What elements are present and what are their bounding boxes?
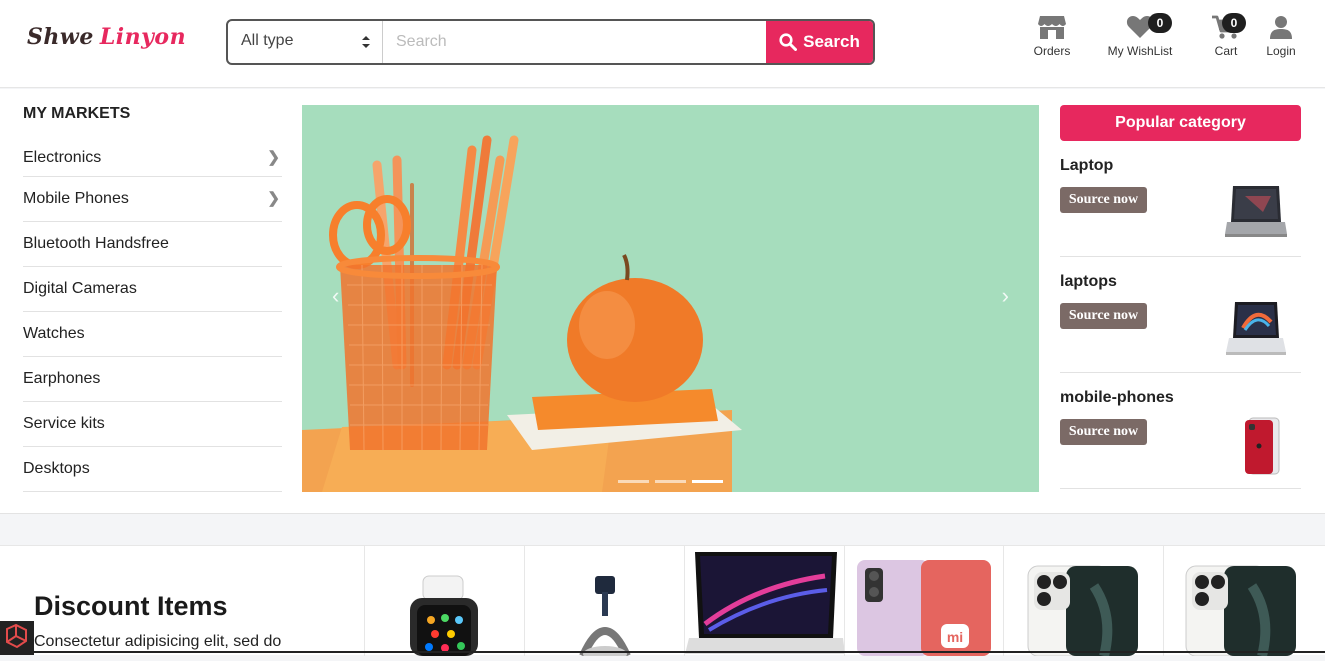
type-select-value: All type [241,32,294,49]
markets-title: MY MARKETS [23,105,131,122]
source-now-button[interactable]: Source now [1060,187,1147,213]
market-item-label: Electronics [23,148,102,166]
discount-title: Discount Items [34,591,228,621]
phone-icon [1245,417,1280,475]
debugbar-icon[interactable] [0,621,34,655]
hero-section: MY MARKETS Electronics ❯ Mobile Phones ❯ B… [0,89,1325,514]
laptop-icon [1226,302,1286,355]
chevron-right-icon: ❯ [267,148,280,166]
brand-logo[interactable]: Shwe Linyon [27,24,186,50]
wishlist-label: My WishList [1107,44,1173,58]
discount-product[interactable] [1003,546,1163,658]
market-item-desktops[interactable]: Desktops [23,447,282,492]
carousel-slide-image [302,105,1039,492]
market-item-watches[interactable]: Watches [23,312,282,357]
popular-item: mobile-phones Source now [1060,373,1301,489]
market-item-label: Desktops [23,460,90,477]
hero-carousel[interactable]: ‹ › [302,105,1039,492]
popular-item: Laptop Source now [1060,141,1301,257]
discount-section: Discount Items Consectetur adipisicing e… [0,545,1325,661]
orders-label: Orders [1033,44,1071,58]
orders-link[interactable]: Orders [1031,14,1073,58]
login-link[interactable]: Login [1264,14,1298,58]
phone-icon [1185,565,1296,658]
discount-product[interactable]: mi [844,546,1004,656]
markets-menu: MY MARKETS Electronics ❯ Mobile Phones ❯ B… [23,89,282,492]
smartwatch-icon [410,575,478,656]
login-label: Login [1266,44,1296,58]
popular-category-title[interactable]: Popular category [1060,105,1301,141]
laptop-icon [685,552,845,654]
carousel-indicators [618,480,723,483]
market-item-service-kits[interactable]: Service kits [23,402,282,447]
select-arrows-icon [362,36,370,48]
cart-link[interactable]: Cart 0 [1208,13,1246,58]
carousel-indicator-3[interactable] [692,480,723,483]
type-select[interactable]: All type [228,21,383,63]
popular-item-name[interactable]: laptops [1060,273,1117,291]
source-now-button[interactable]: Source now [1060,303,1147,329]
svg-text:mi: mi [947,629,963,645]
search-input[interactable] [384,21,768,63]
laravel-logo-icon [6,623,27,649]
store-icon [1038,16,1066,39]
phone-icon [1027,565,1138,658]
wishlist-count-badge: 0 [1148,13,1172,33]
discount-product[interactable] [364,546,524,656]
brand-name-part2: Linyon [99,24,187,50]
phone-icon: mi [857,560,991,656]
carousel-indicator-1[interactable] [618,480,649,483]
market-item-mobile-phones[interactable]: Mobile Phones ❯ [23,177,282,222]
popular-item-name[interactable]: mobile-phones [1060,389,1174,407]
search-bar: All type Search [226,19,875,65]
market-item-label: Mobile Phones [23,190,129,207]
search-icon [779,33,798,51]
search-button-label: Search [803,32,860,51]
popular-item-name[interactable]: Laptop [1060,157,1113,175]
chevron-right-icon: ❯ [267,190,280,208]
market-item-digital-cameras[interactable]: Digital Cameras [23,267,282,312]
search-button[interactable]: Search [766,21,873,63]
market-item-label: Bluetooth Handsfree [23,235,169,252]
discount-product[interactable] [1163,546,1323,658]
market-item-earphones[interactable]: Earphones [23,357,282,402]
market-item-electronics[interactable]: Electronics ❯ [23,139,282,177]
cart-label: Cart [1214,44,1238,58]
market-item-label: Earphones [23,370,101,387]
cart-count-badge: 0 [1222,13,1246,33]
discount-description: Consectetur adipisicing elit, sed do [34,633,282,650]
popular-item: laptops Source now [1060,257,1301,373]
market-item-label: Digital Cameras [23,280,137,297]
user-icon [1270,16,1292,39]
carousel-indicator-2[interactable] [655,480,686,483]
market-item-label: Service kits [23,415,105,432]
discount-product[interactable] [684,546,845,656]
market-item-label: Watches [23,325,85,342]
headphones-icon [579,576,631,661]
laptop-icon [1225,186,1287,237]
discount-product[interactable] [524,546,684,661]
wishlist-link[interactable]: My WishList 0 [1104,13,1176,58]
site-header: ShweLinyon All type Search Orders My Wis… [0,0,1325,88]
popular-category-panel: Popular category Laptop Source now lapto… [1060,105,1301,489]
market-item-bluetooth-handsfree[interactable]: Bluetooth Handsfree [23,222,282,267]
carousel-prev-icon[interactable]: ‹ [332,283,339,309]
source-now-button[interactable]: Source now [1060,419,1147,445]
debugbar-line [34,651,1325,653]
brand-name-part1: Shwe [27,24,94,50]
carousel-next-icon[interactable]: › [1002,283,1009,309]
